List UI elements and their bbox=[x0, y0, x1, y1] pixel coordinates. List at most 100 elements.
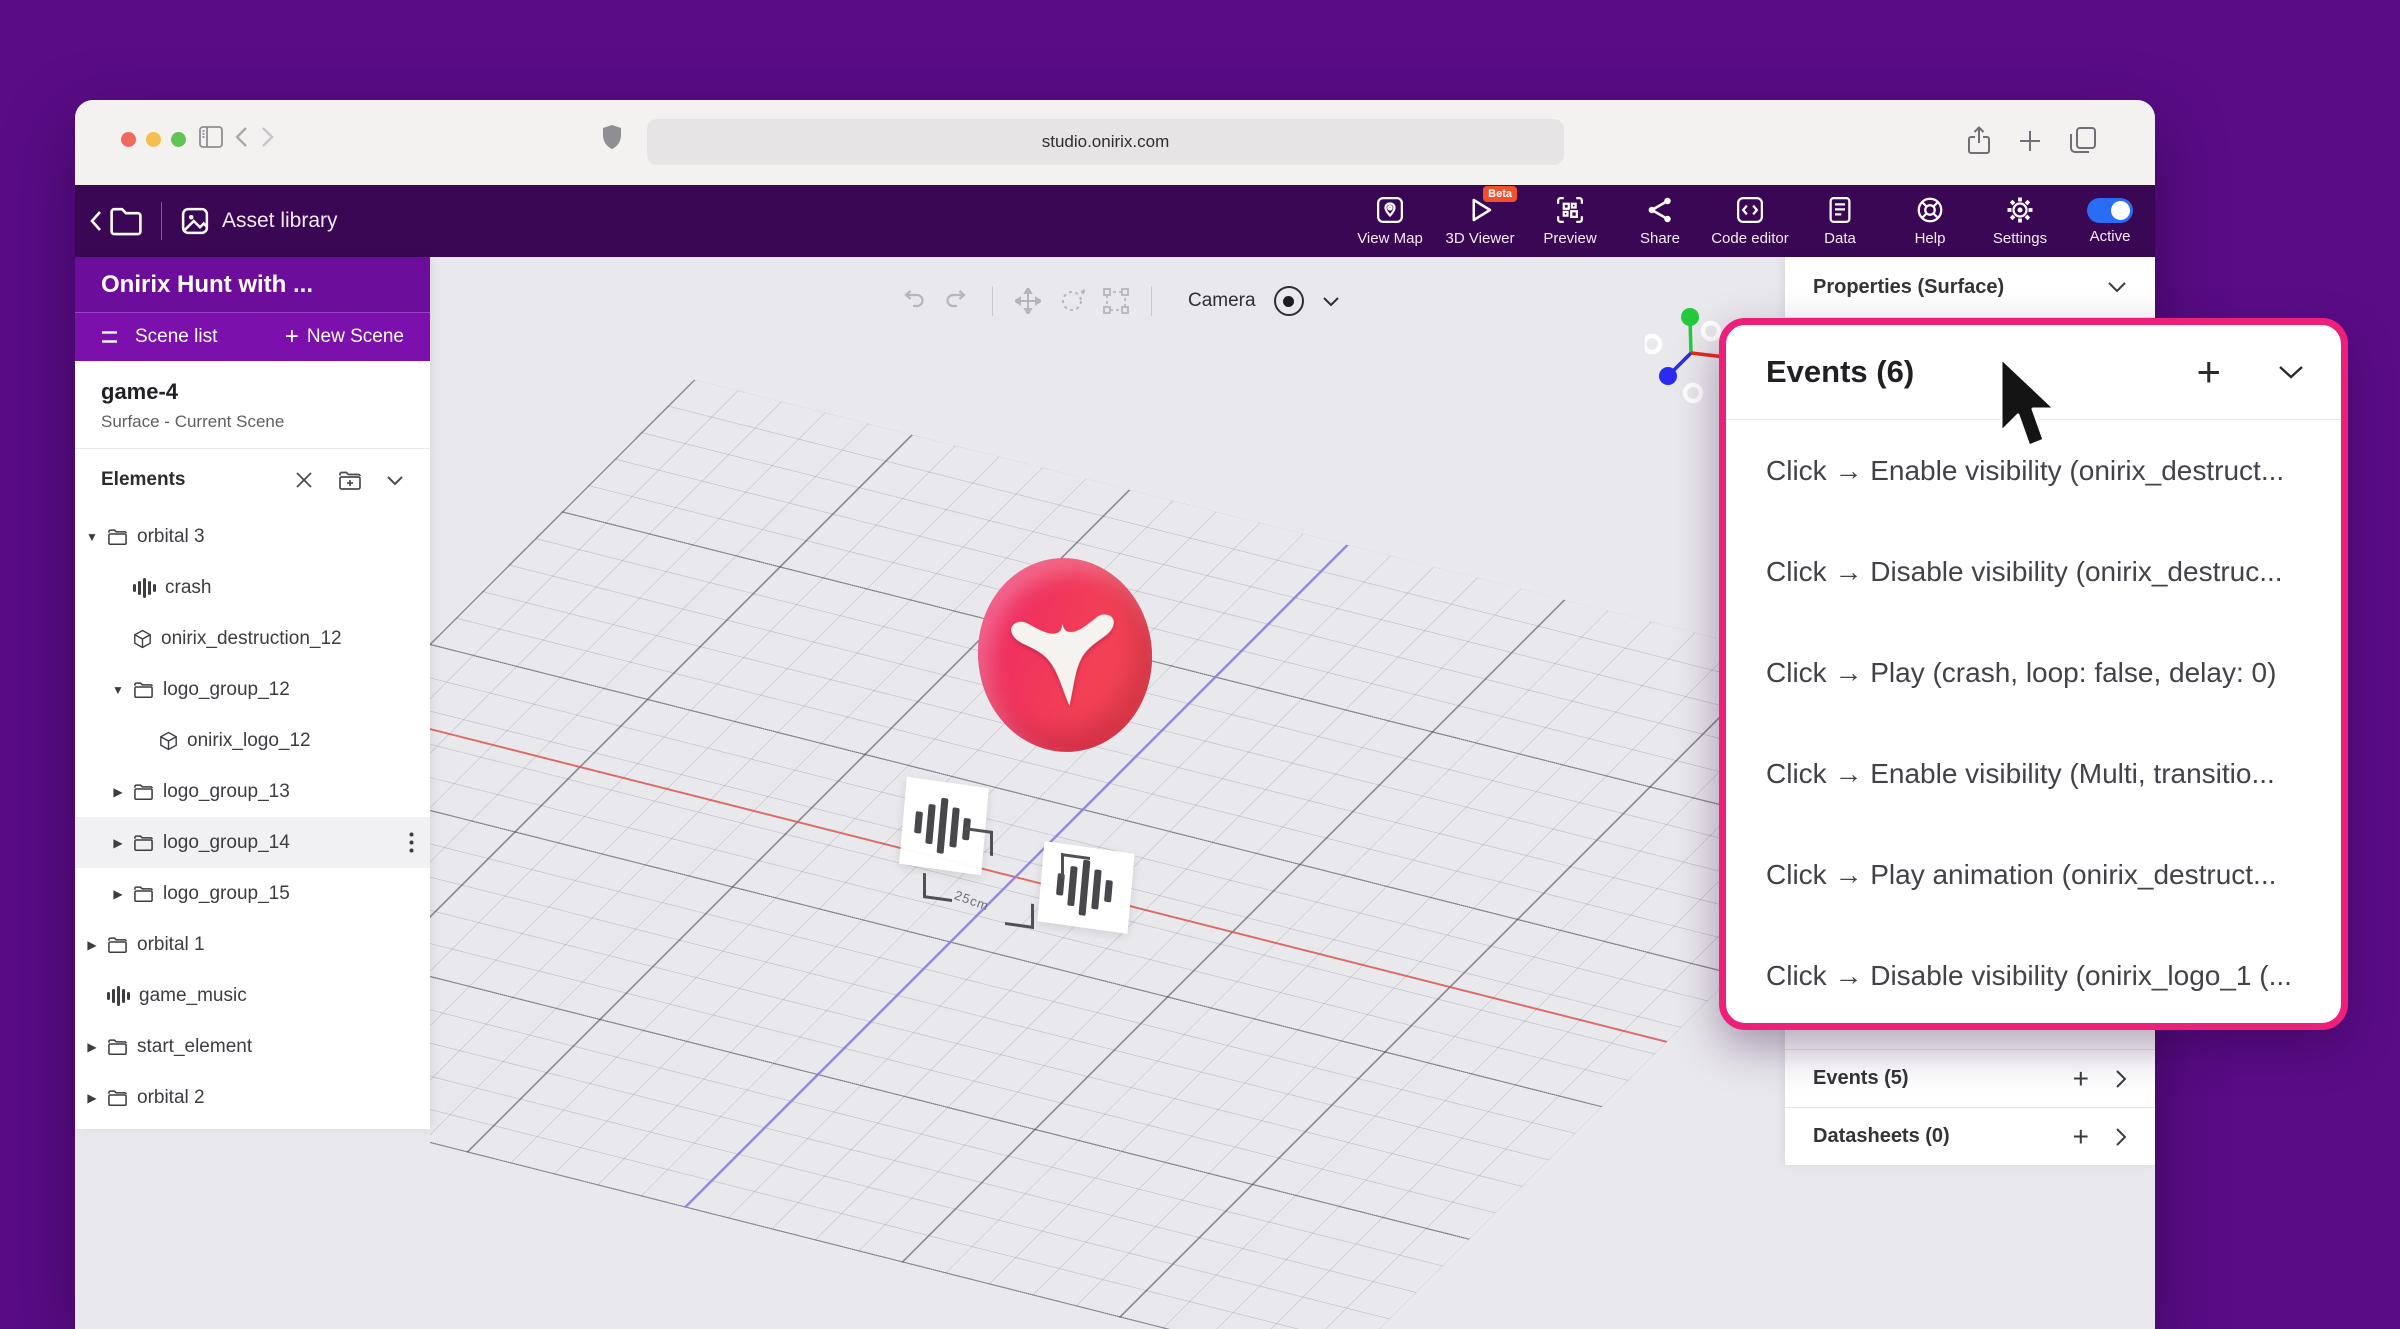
audio-placeholder-2[interactable] bbox=[1037, 841, 1134, 934]
collapse-all-icon[interactable] bbox=[294, 470, 314, 490]
event-item[interactable]: Click → Disable visibility (onirix_destr… bbox=[1726, 521, 2341, 622]
browser-chrome: studio.onirix.com bbox=[75, 100, 2155, 186]
tree-item-label: onirix_destruction_12 bbox=[161, 628, 430, 650]
camera-label[interactable]: Camera bbox=[1188, 290, 1256, 312]
nav-label: Settings bbox=[1993, 230, 2047, 247]
folder-icon bbox=[133, 834, 154, 852]
tree-item-label: onirix_logo_12 bbox=[187, 730, 430, 752]
caret-down-icon[interactable]: ▼ bbox=[83, 530, 101, 544]
redo-icon[interactable] bbox=[944, 289, 970, 313]
new-tab-icon[interactable] bbox=[2017, 126, 2043, 156]
tree-item-logo-group-15[interactable]: ▶ logo_group_15 bbox=[75, 868, 430, 919]
sidebar-toggle-icon[interactable] bbox=[199, 126, 223, 148]
datasheets-section-row[interactable]: Datasheets (0) + bbox=[1785, 1107, 2155, 1165]
back-icon[interactable] bbox=[235, 126, 248, 148]
chevron-down-icon[interactable] bbox=[2107, 281, 2127, 293]
tree-item-game-music[interactable]: game_music bbox=[75, 970, 430, 1021]
new-scene-plus-icon[interactable]: + bbox=[285, 323, 299, 351]
tree-item-onirix-destruction-12[interactable]: onirix_destruction_12 bbox=[75, 613, 430, 664]
camera-record-icon[interactable] bbox=[1274, 286, 1304, 316]
tree-item-crash[interactable]: crash bbox=[75, 562, 430, 613]
caret-right-icon[interactable]: ▶ bbox=[83, 1040, 101, 1054]
event-item[interactable]: Click → Enable visibility (Multi, transi… bbox=[1726, 723, 2341, 824]
tree-item-orbital-2[interactable]: ▶ orbital 2 bbox=[75, 1072, 430, 1123]
caret-right-icon[interactable]: ▶ bbox=[83, 938, 101, 952]
back-chevron-icon[interactable] bbox=[89, 209, 103, 233]
selection-bracket bbox=[964, 827, 993, 856]
close-window-button[interactable] bbox=[121, 132, 136, 147]
scene-list-label[interactable]: Scene list bbox=[135, 326, 217, 348]
new-scene-label[interactable]: New Scene bbox=[307, 326, 404, 348]
nav-help[interactable]: Help bbox=[1885, 195, 1975, 247]
properties-title: Properties (Surface) bbox=[1813, 276, 2097, 299]
caret-right-icon[interactable]: ▶ bbox=[109, 887, 127, 901]
tree-item-orbital-1[interactable]: ▶ orbital 1 bbox=[75, 919, 430, 970]
folder-icon bbox=[133, 885, 154, 903]
share-page-icon[interactable] bbox=[1967, 126, 1991, 156]
caret-right-icon[interactable]: ▶ bbox=[109, 836, 127, 850]
nav-settings[interactable]: Settings bbox=[1975, 195, 2065, 247]
rotate-tool-icon[interactable] bbox=[1059, 288, 1085, 314]
nav-active-toggle[interactable]: Active bbox=[2065, 198, 2155, 245]
caret-right-icon[interactable]: ▶ bbox=[83, 1091, 101, 1105]
nav-code-editor[interactable]: Code editor bbox=[1705, 195, 1795, 247]
audio-placeholder-1[interactable] bbox=[899, 777, 989, 875]
collapse-chevron-icon[interactable] bbox=[2277, 364, 2305, 380]
selection-bracket bbox=[923, 873, 952, 902]
tree-item-label: logo_group_14 bbox=[163, 832, 409, 854]
cube-icon bbox=[159, 731, 178, 751]
selection-bracket bbox=[1005, 900, 1034, 929]
project-folder-icon[interactable] bbox=[109, 206, 143, 236]
camera-chevron-icon[interactable] bbox=[1322, 296, 1340, 307]
tree-item-label: crash bbox=[165, 577, 430, 599]
tree-item-logo-group-14[interactable]: ▶ logo_group_14 bbox=[75, 817, 430, 868]
new-group-folder-plus-icon[interactable] bbox=[338, 470, 362, 491]
move-tool-icon[interactable] bbox=[1015, 288, 1041, 314]
forward-icon[interactable] bbox=[261, 126, 274, 148]
minimize-window-button[interactable] bbox=[146, 132, 161, 147]
event-item[interactable]: Click → Play animation (onirix_destruct.… bbox=[1726, 824, 2341, 925]
settings-gear-icon bbox=[2005, 195, 2035, 225]
tabs-overview-icon[interactable] bbox=[2069, 126, 2097, 156]
tree-item-orbital-3[interactable]: ▼ orbital 3 bbox=[75, 511, 430, 562]
add-datasheet-icon[interactable]: + bbox=[2073, 1121, 2089, 1153]
scene-list-icon[interactable] bbox=[101, 330, 121, 344]
code-editor-icon bbox=[1735, 195, 1765, 225]
event-item[interactable]: Click → Disable visibility (onirix_logo_… bbox=[1726, 925, 2341, 1026]
nav-view-map[interactable]: View Map bbox=[1345, 195, 1435, 247]
undo-icon[interactable] bbox=[900, 289, 926, 313]
properties-header[interactable]: Properties (Surface) bbox=[1785, 257, 2155, 318]
chevron-down-icon[interactable] bbox=[386, 475, 404, 486]
chevron-right-icon[interactable] bbox=[2115, 1069, 2127, 1089]
add-event-icon[interactable]: + bbox=[2196, 348, 2221, 396]
chevron-right-icon[interactable] bbox=[2115, 1127, 2127, 1147]
audio-icon bbox=[107, 986, 130, 1006]
asset-library-icon[interactable] bbox=[180, 206, 210, 236]
tree-item-logo-group-12[interactable]: ▼ logo_group_12 bbox=[75, 664, 430, 715]
folder-icon bbox=[133, 681, 154, 699]
screen: { "browser": { "url": "studio.onirix.com… bbox=[0, 0, 2400, 1329]
caret-down-icon[interactable]: ▼ bbox=[109, 683, 127, 697]
url-bar[interactable]: studio.onirix.com bbox=[647, 119, 1564, 165]
nav-share[interactable]: Share bbox=[1615, 195, 1705, 247]
nav-3d-viewer[interactable]: Beta 3D Viewer bbox=[1435, 195, 1525, 247]
nav-preview[interactable]: Preview bbox=[1525, 195, 1615, 247]
nav-label: Help bbox=[1915, 230, 1946, 247]
tree-item-label: logo_group_13 bbox=[163, 781, 430, 803]
tree-item-start-element[interactable]: ▶ start_element bbox=[75, 1021, 430, 1072]
kebab-menu-icon[interactable] bbox=[409, 832, 414, 853]
asset-library-label[interactable]: Asset library bbox=[222, 209, 338, 233]
event-item[interactable]: Click → Play (crash, loop: false, delay:… bbox=[1726, 622, 2341, 723]
events-section-row[interactable]: Events (5) + bbox=[1785, 1049, 2155, 1107]
tree-item-onirix-logo-12[interactable]: onirix_logo_12 bbox=[75, 715, 430, 766]
zoom-window-button[interactable] bbox=[171, 132, 186, 147]
window-controls[interactable] bbox=[121, 132, 186, 147]
nav-label: Share bbox=[1640, 230, 1680, 247]
add-event-icon[interactable]: + bbox=[2073, 1063, 2089, 1095]
scale-tool-icon[interactable] bbox=[1103, 288, 1129, 314]
active-toggle[interactable] bbox=[2087, 198, 2133, 223]
tree-item-logo-group-13[interactable]: ▶ logo_group_13 bbox=[75, 766, 430, 817]
caret-right-icon[interactable]: ▶ bbox=[109, 785, 127, 799]
nav-data[interactable]: Data bbox=[1795, 195, 1885, 247]
navbar-actions: View Map Beta 3D Viewer Preview Share bbox=[1345, 185, 2155, 257]
